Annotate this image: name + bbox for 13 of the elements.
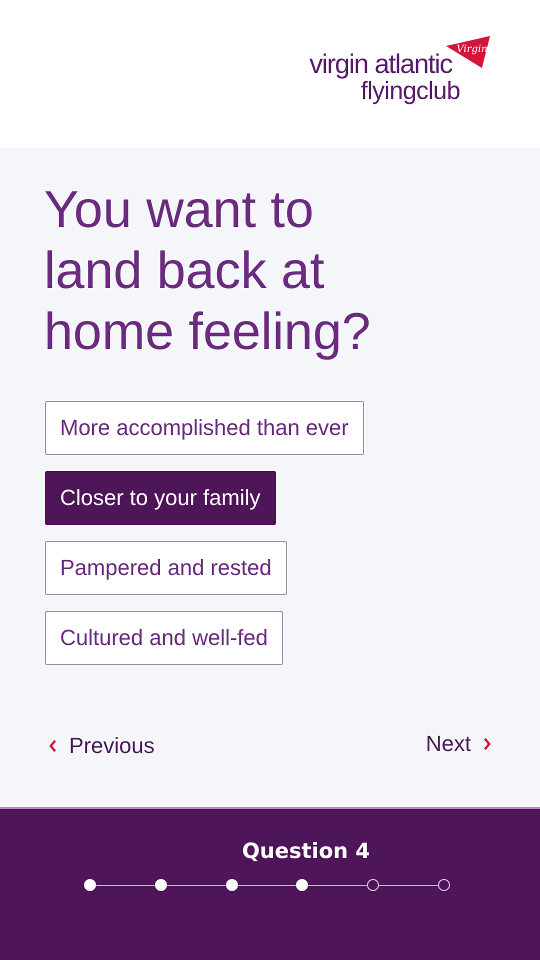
brand-name: virgin atlantic [309,51,452,78]
question-number: Question 4 [242,839,370,863]
tail-wordmark: Virgin [456,44,488,54]
question-heading: You want to land back at home feeling? [44,180,372,363]
previous-link[interactable]: Previous [48,733,155,759]
next-link[interactable]: Next [426,731,492,757]
answer-option[interactable]: More accomplished than ever [45,401,364,455]
answer-option[interactable]: Cultured and well-fed [45,611,283,665]
program-name: flyingclub [360,78,460,106]
answer-option[interactable]: Closer to your family [45,471,276,525]
chevron-right-icon [483,737,492,751]
answer-option[interactable]: Pampered and rested [45,541,287,595]
chevron-left-icon [48,739,57,753]
